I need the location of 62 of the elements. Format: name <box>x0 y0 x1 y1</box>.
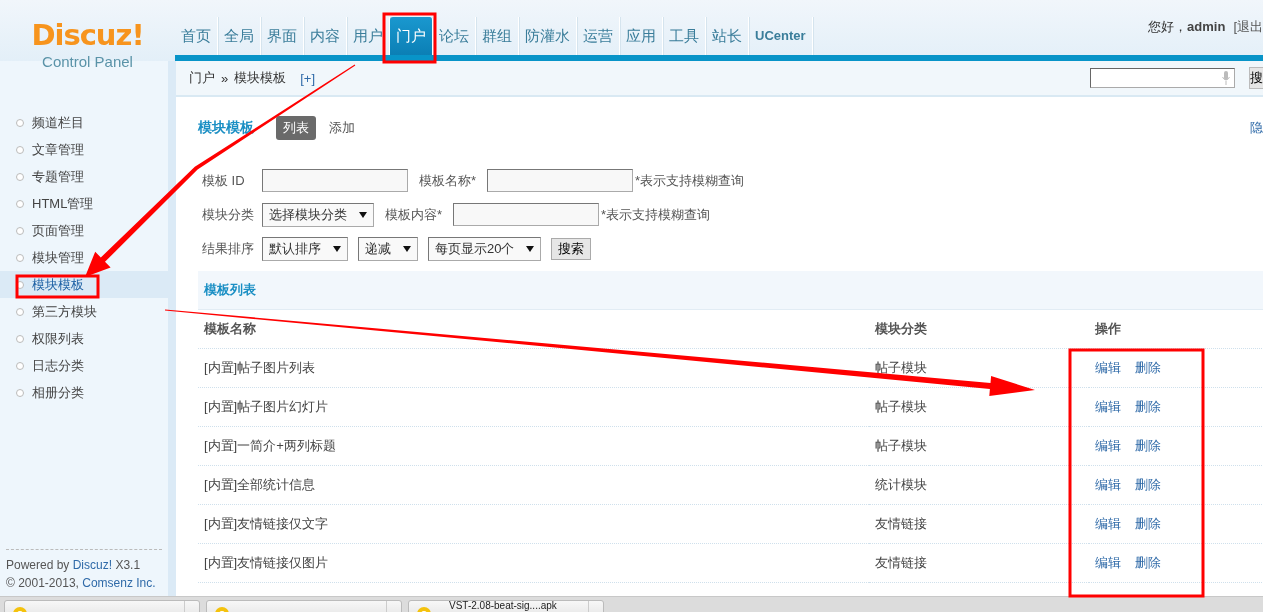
table-cell: 友情链接 <box>869 543 1089 583</box>
nav-tab[interactable]: 门户 <box>390 17 433 55</box>
action-link[interactable]: 编辑 <box>1095 438 1121 453</box>
company-link[interactable]: Comsenz Inc. <box>82 576 156 590</box>
logout-link[interactable]: [退出 <box>1233 18 1263 55</box>
select-field[interactable]: 选择模块分类 <box>262 202 374 227</box>
hint-text: *表示支持模糊查询 <box>601 205 711 224</box>
field-label: 模板内容* <box>385 205 443 224</box>
action-link[interactable]: 编辑 <box>1095 516 1121 531</box>
action-link[interactable]: 编辑 <box>1095 555 1121 570</box>
column-header: 模块分类 <box>869 310 1089 349</box>
action-link[interactable]: 删除 <box>1135 360 1161 375</box>
search-button[interactable]: 搜 <box>1249 67 1263 89</box>
sidebar-item[interactable]: 频道栏目 <box>0 109 168 136</box>
select-field[interactable]: 默认排序 <box>262 236 348 261</box>
field-label: 模块分类 <box>202 205 252 224</box>
separator-text: » <box>221 70 229 86</box>
page-title: 模块模板 <box>198 119 254 137</box>
field-label: 结果排序 <box>202 239 252 258</box>
action-link[interactable]: 删除 <box>1135 555 1161 570</box>
breadcrumb-link[interactable]: 门户 <box>189 69 215 87</box>
action-link[interactable]: 删除 <box>1135 438 1161 453</box>
copyright-text: © 2001-2013, Comsenz Inc. <box>6 575 157 592</box>
powered-by-text: Powered by Discuz! X3.1 <box>6 557 142 574</box>
field-label: 模板 ID <box>202 171 246 190</box>
sidebar-item[interactable]: 日志分类 <box>0 352 168 379</box>
logo-subtitle: Control Panel <box>42 54 133 70</box>
download-item[interactable]: VST-2.08-beat-sig....apk <box>408 600 604 612</box>
action-link[interactable]: 删除 <box>1135 399 1161 414</box>
sidebar-item[interactable]: 专题管理 <box>0 163 168 190</box>
table-cell: 友情链接 <box>869 504 1089 544</box>
table-cell: [内置]全部统计信息 <box>198 465 869 505</box>
product-link[interactable]: Discuz! <box>72 558 113 572</box>
table-caption: 模板列表 <box>198 271 1263 310</box>
greeting-text: 您好，admin <box>1148 18 1226 36</box>
table-cell: [内置]帖子图片幻灯片 <box>198 387 869 427</box>
search-button[interactable]: 搜索 <box>551 237 592 260</box>
logo-title: Discuz! <box>31 20 144 50</box>
logo[interactable]: Discuz! Control Panel <box>0 0 175 72</box>
field-label: 模板名称* <box>419 171 477 190</box>
hide-link[interactable]: 隐 <box>1250 119 1263 137</box>
action-link[interactable]: 编辑 <box>1095 360 1121 375</box>
table-cell: 帖子模块 <box>869 426 1089 466</box>
table-cell: 统计模块 <box>869 465 1089 505</box>
action-link[interactable]: 删除 <box>1135 516 1161 531</box>
tab[interactable]: 添加 <box>322 116 362 140</box>
table-cell: [内置]友情链接仅图片 <box>198 543 869 583</box>
hint-text: *表示支持模糊查询 <box>635 171 745 190</box>
sidebar-item[interactable]: 相册分类 <box>0 379 168 406</box>
add-link[interactable]: [+] <box>300 70 316 86</box>
column-header: 操作 <box>1089 310 1263 349</box>
select-field[interactable]: 每页显示20个 <box>428 236 542 261</box>
sidebar-item[interactable]: 第三方模块 <box>0 298 168 325</box>
action-link[interactable]: 删除 <box>1135 477 1161 492</box>
table-cell: [内置]一简介+两列标题 <box>198 426 869 466</box>
sidebar-item[interactable]: 文章管理 <box>0 136 168 163</box>
table-cell: [内置]友情链接仅文字 <box>198 504 869 544</box>
action-link[interactable]: 编辑 <box>1095 399 1121 414</box>
sidebar-item[interactable]: 权限列表 <box>0 325 168 352</box>
select-field[interactable]: 递减 <box>358 236 418 261</box>
action-link[interactable]: 编辑 <box>1095 477 1121 492</box>
tab[interactable]: 列表 <box>276 116 316 140</box>
